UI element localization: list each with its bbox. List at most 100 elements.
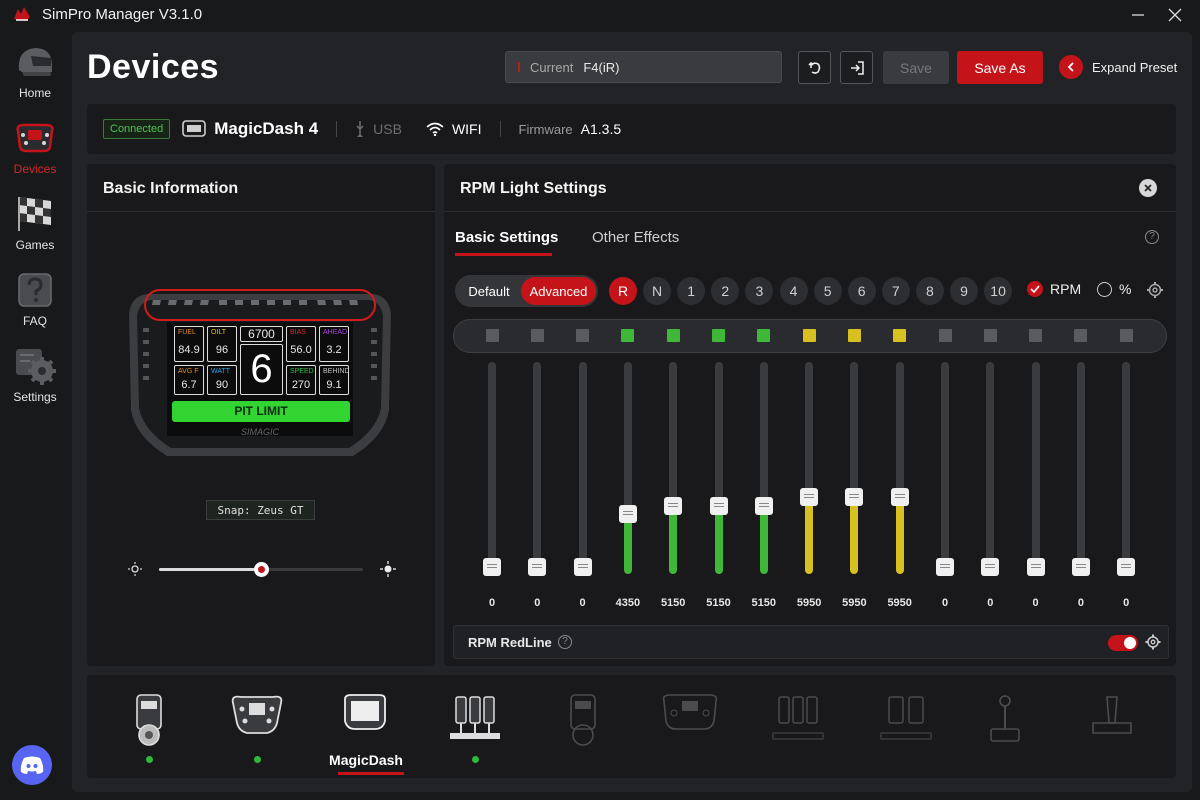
led-rpm-value: 0 [534,597,541,609]
led-slider-thumb[interactable] [528,558,547,576]
tab-basic-settings[interactable]: Basic Settings [455,229,558,246]
led-indicator[interactable] [893,329,907,342]
led-slider-track[interactable] [941,362,949,574]
gear-icon [16,349,56,385]
led-indicator[interactable] [1074,329,1088,342]
led-slider-thumb[interactable] [1117,558,1136,576]
led-indicator[interactable] [712,329,725,342]
led-slider-thumb[interactable] [890,488,909,507]
led-slider-track[interactable] [488,362,496,574]
led-slider-thumb[interactable] [981,558,1000,576]
led-indicator[interactable] [938,329,952,342]
dock-device[interactable] [543,693,623,753]
preset-selector[interactable]: Current F4(iR) [505,51,782,83]
led-slider-thumb[interactable] [1026,558,1045,576]
device-name: MagicDash 4 [214,119,319,138]
expand-preset-button[interactable]: Expand Preset [1059,55,1177,79]
save-as-button[interactable]: Save As [957,51,1043,84]
percent-radio[interactable]: % [1097,281,1131,297]
dock-device[interactable] [1072,693,1152,753]
brightness-low-icon [128,562,142,576]
led-indicator[interactable] [530,329,544,342]
gear-button-10[interactable]: 10 [984,277,1013,305]
close-panel-button[interactable] [1139,179,1157,197]
gear-button-5[interactable]: 5 [813,277,842,305]
led-indicator[interactable] [621,329,635,342]
discord-button[interactable] [12,745,52,785]
undo-button[interactable] [798,51,831,84]
led-slider-track[interactable] [986,362,995,574]
dash-preview: FUEL 84.9 OILT 96 BIAS 56.0 AHEAD 3.2 AVG F 6… [127,288,393,464]
led-rpm-value: 5950 [796,597,822,609]
sidebar-item-settings[interactable]: Settings [0,346,70,416]
cell-label: AVG F [178,368,199,375]
led-slider-thumb[interactable] [800,488,819,507]
settings-gear-icon[interactable] [1145,634,1161,650]
dock-device[interactable] [650,693,730,753]
led-slider-thumb[interactable] [845,488,864,507]
led-rpm-value: 4350 [615,597,641,609]
dock-device[interactable] [866,693,946,753]
led-slider-thumb[interactable] [483,558,501,576]
led-slider-thumb[interactable] [573,558,592,576]
help-icon[interactable]: ? [558,635,572,649]
gear-button-n[interactable]: N [643,277,672,305]
gear-button-r[interactable]: R [609,277,637,305]
dock-device[interactable] [217,693,297,753]
led-slider-track[interactable] [1122,362,1131,574]
brightness-slider[interactable] [128,560,398,578]
dock-device[interactable] [758,693,838,753]
led-indicator[interactable] [802,329,816,342]
dock-device[interactable] [435,693,515,753]
redline-toggle[interactable] [1108,635,1138,651]
gear-button-9[interactable]: 9 [950,277,978,305]
led-slider-track[interactable] [533,362,542,574]
led-slider-track[interactable] [578,362,587,574]
sidebar-item-games[interactable]: Games [0,194,70,264]
sidebar-item-home[interactable]: Home [0,42,70,112]
led-slider-thumb[interactable] [664,496,683,515]
gear-button-6[interactable]: 6 [847,277,876,305]
led-indicator[interactable] [757,329,771,342]
led-indicator[interactable] [485,329,499,342]
panel-title: Basic Information [103,180,239,197]
tab-underline [455,253,552,256]
led-slider-thumb[interactable] [1071,558,1090,576]
dock-device-active[interactable] [325,693,405,753]
mode-default[interactable]: Default [457,277,521,305]
close-window-button[interactable] [1163,4,1187,26]
help-icon[interactable]: ? [1145,230,1159,244]
sidebar-item-devices[interactable]: Devices [0,118,70,188]
led-slider-track[interactable] [1076,362,1085,574]
wheelbase-alt-icon [570,694,596,746]
led-indicator[interactable] [847,329,861,342]
dock-device[interactable] [109,693,189,753]
settings-gear-icon[interactable] [1146,281,1164,299]
led-slider-thumb[interactable] [754,496,773,515]
led-slider-thumb[interactable] [936,558,954,576]
rpm-radio[interactable]: RPM [1027,281,1081,297]
import-button[interactable] [840,51,873,84]
gear-button-1[interactable]: 1 [677,277,706,305]
save-button[interactable]: Save [883,51,949,84]
device-status-bar: Connected MagicDash 4 USB WIFI Firmware … [87,104,1176,154]
brightness-thumb[interactable] [254,562,269,577]
gear-button-4[interactable]: 4 [779,277,808,305]
dock-device[interactable] [965,693,1045,753]
led-indicator[interactable] [1119,329,1133,342]
led-slider-thumb[interactable] [709,496,728,515]
led-indicator[interactable] [576,329,590,342]
tab-other-effects[interactable]: Other Effects [592,229,679,246]
led-indicator[interactable] [983,329,997,342]
minimize-button[interactable] [1126,4,1150,26]
cell-value: 96 [215,344,229,356]
pedals-3-icon [880,696,932,740]
sidebar-item-faq[interactable]: FAQ [0,270,70,340]
led-indicator[interactable] [666,329,680,342]
led-indicator[interactable] [1029,329,1043,342]
led-slider-thumb[interactable] [618,505,637,523]
led-slider-track[interactable] [1031,362,1040,574]
gear-button-7[interactable]: 7 [881,277,910,305]
gear-button-8[interactable]: 8 [915,277,944,305]
mode-advanced[interactable]: Advanced [521,277,596,305]
